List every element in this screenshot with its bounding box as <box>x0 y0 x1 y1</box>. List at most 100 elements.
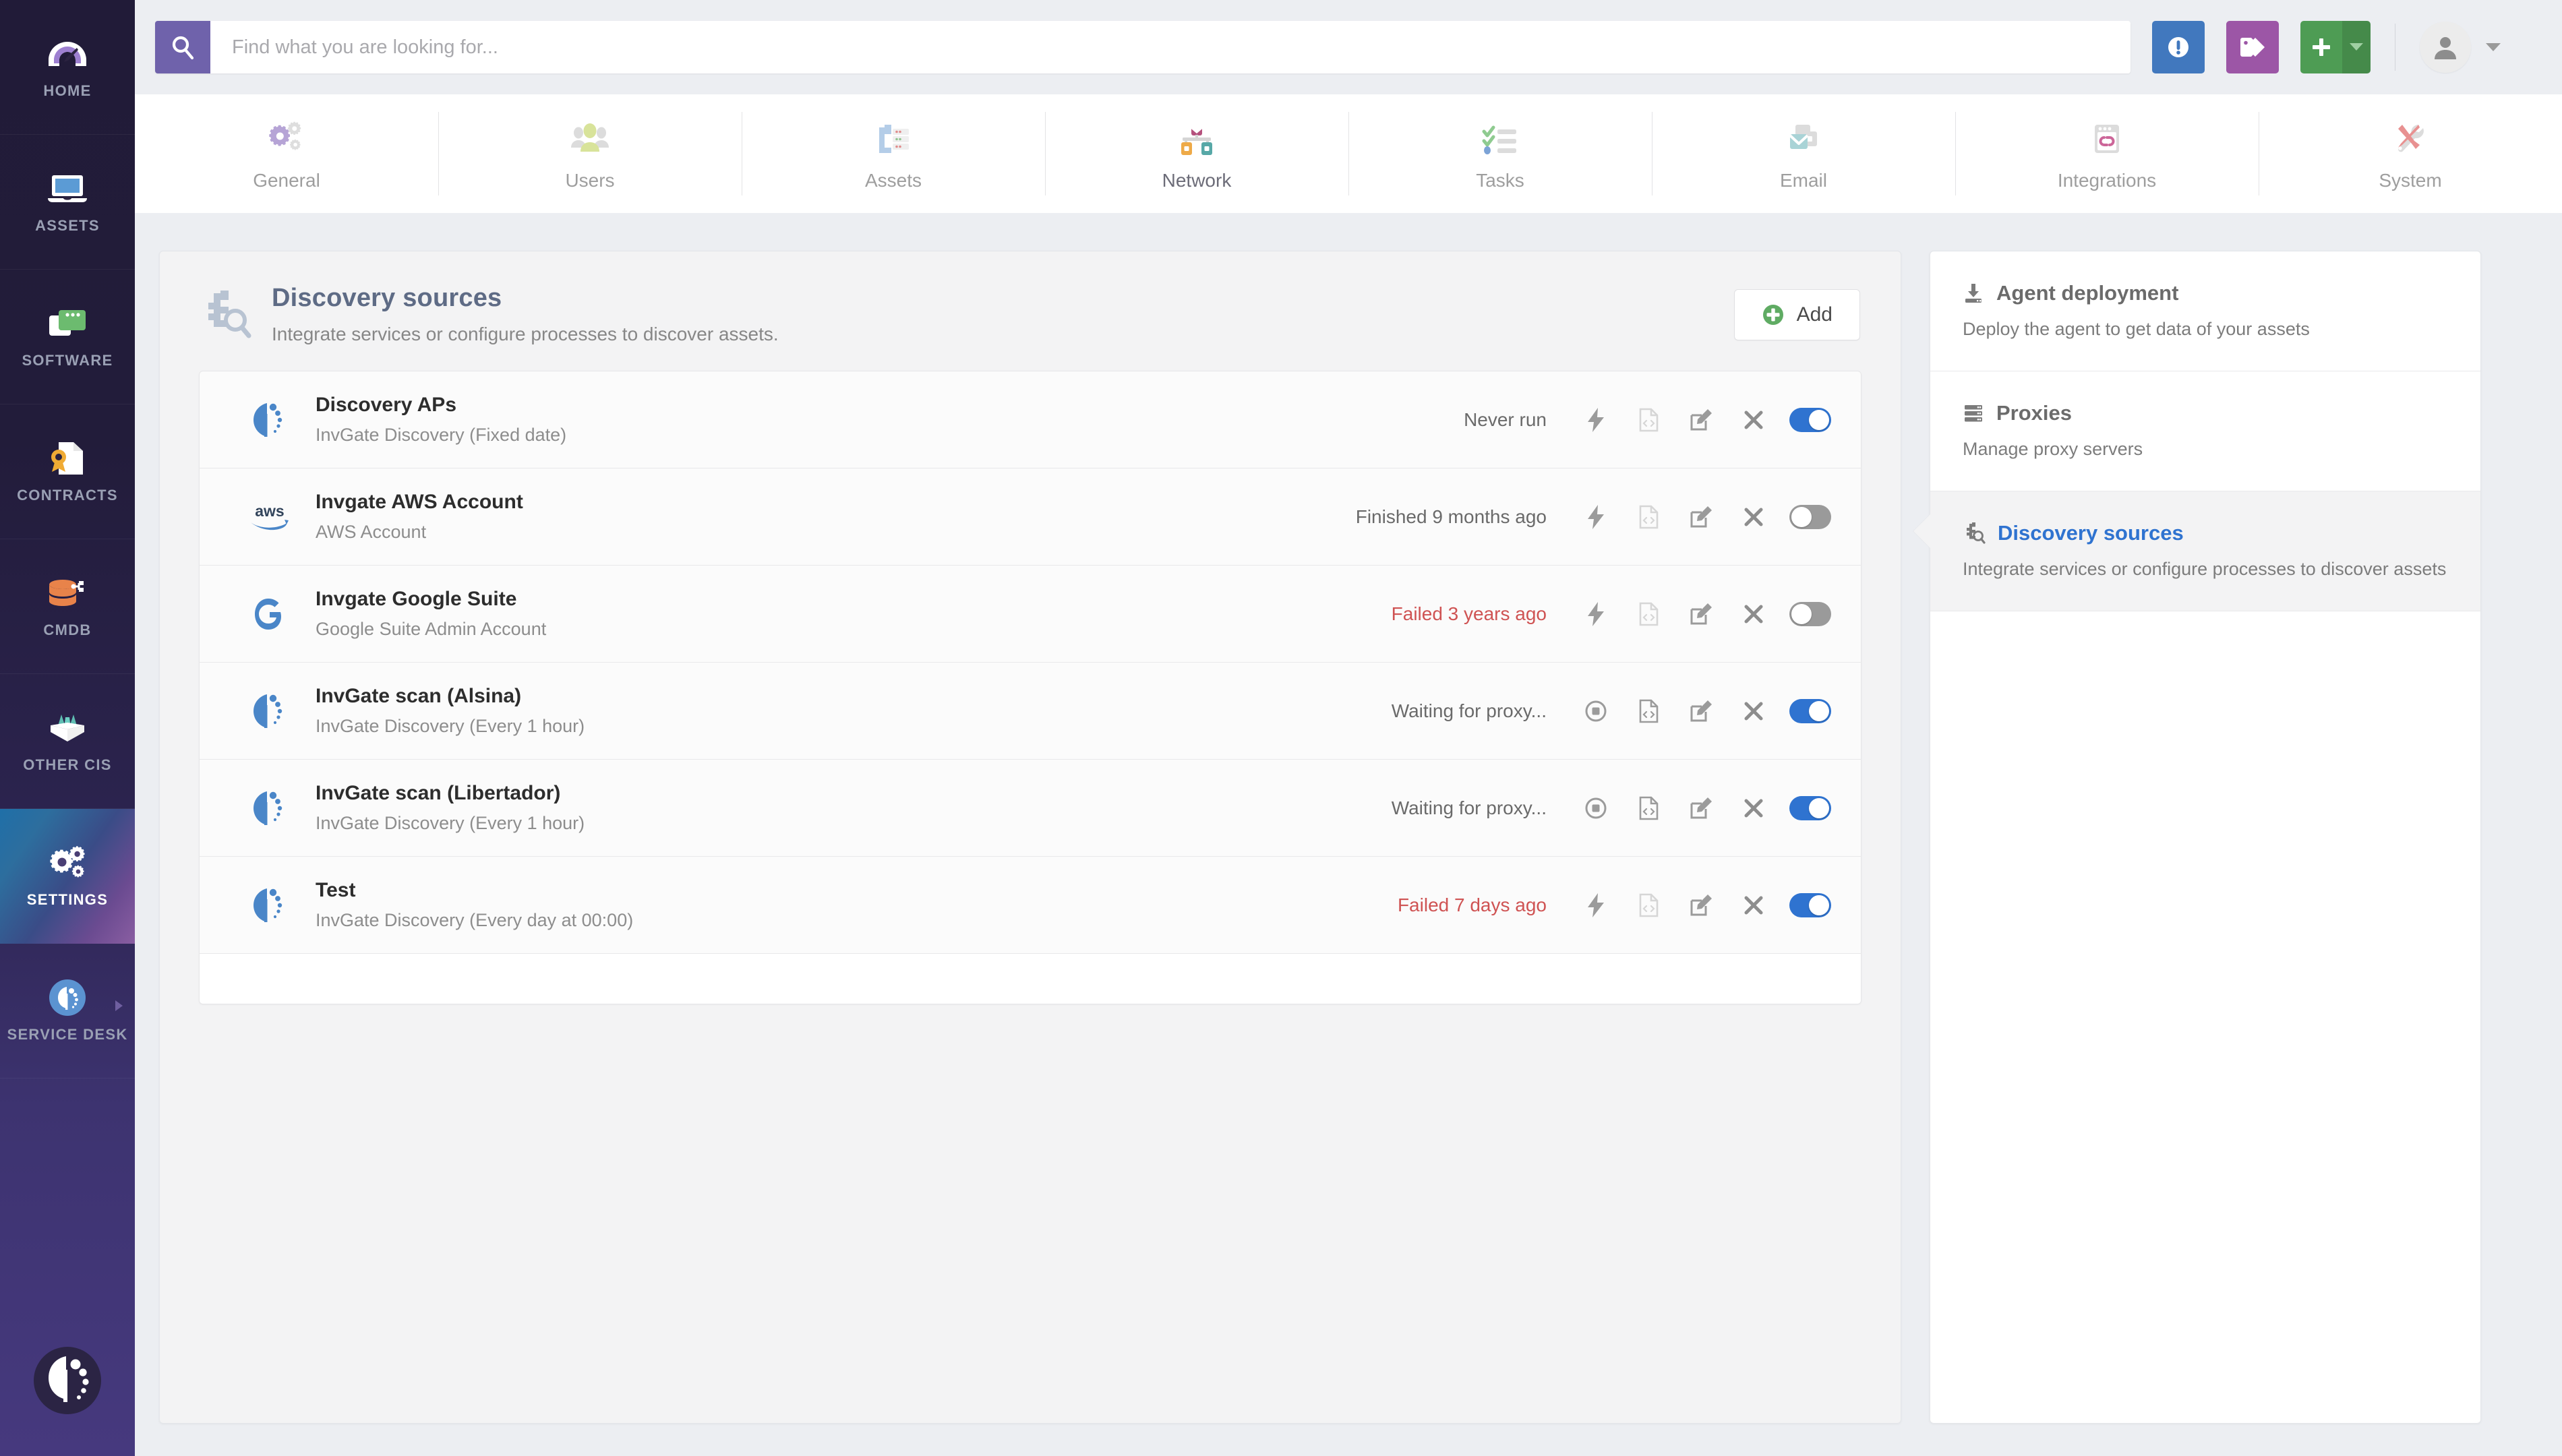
table-row[interactable]: InvGate scan (Alsina) InvGate Discovery … <box>200 663 1861 760</box>
table-row[interactable]: InvGate scan (Libertador) InvGate Discov… <box>200 760 1861 857</box>
lightning-icon <box>1586 504 1606 530</box>
tab-tasks[interactable]: Tasks <box>1348 94 1652 213</box>
source-description: Google Suite Admin Account <box>316 619 547 639</box>
sidebar-item-assets[interactable]: ASSETS <box>0 135 135 270</box>
tab-label-general: General <box>253 170 320 191</box>
table-row[interactable]: Test InvGate Discovery (Every day at 00:… <box>200 857 1861 954</box>
alert-circle-icon <box>2164 33 2193 61</box>
run-now-button[interactable] <box>1570 394 1622 446</box>
invgate-circle-icon <box>45 979 90 1017</box>
edit-button[interactable] <box>1675 394 1727 446</box>
checklist-icon <box>1481 116 1519 163</box>
windows-app-icon <box>45 305 90 342</box>
table-row[interactable]: Discovery APs InvGate Discovery (Fixed d… <box>200 371 1861 468</box>
section-title: Proxies <box>1996 401 2073 425</box>
tab-label-integrations: Integrations <box>2057 170 2157 191</box>
section-subtitle: Integrate services or configure processe… <box>1963 559 2447 579</box>
delete-button[interactable] <box>1727 685 1780 737</box>
database-node-icon <box>45 574 90 612</box>
edit-button[interactable] <box>1675 879 1727 932</box>
discovery-source-icon <box>199 289 261 340</box>
tags-button[interactable] <box>2226 21 2279 73</box>
run-now-button[interactable] <box>1570 588 1622 640</box>
view-log-button[interactable] <box>1622 782 1675 835</box>
source-name: InvGate scan (Alsina) <box>316 685 522 707</box>
section-proxies[interactable]: Proxies Manage proxy servers <box>1930 371 2480 491</box>
delete-button[interactable] <box>1727 782 1780 835</box>
speedometer-icon <box>45 35 90 73</box>
delete-button[interactable] <box>1727 879 1780 932</box>
tab-general[interactable]: General <box>135 94 438 213</box>
search-button[interactable] <box>155 21 210 73</box>
stop-button[interactable] <box>1570 685 1622 737</box>
create-new-button[interactable] <box>2300 21 2342 73</box>
enabled-toggle[interactable] <box>1789 698 1831 723</box>
tab-users[interactable]: Users <box>438 94 742 213</box>
stop-button[interactable] <box>1570 782 1622 835</box>
add-button[interactable]: Add <box>1733 289 1860 340</box>
sidebar-item-home[interactable]: HOME <box>0 0 135 135</box>
alerts-button[interactable] <box>2152 21 2205 73</box>
list-footer <box>200 954 1861 1004</box>
invgate-discovery-icon <box>235 400 305 439</box>
search-input[interactable] <box>210 21 2131 73</box>
sidebar-item-service-desk[interactable]: SERVICE DESK <box>0 944 135 1079</box>
source-description: AWS Account <box>316 522 427 542</box>
close-x-icon <box>1744 410 1764 430</box>
table-row[interactable]: aws Invgate AWS Account AWS Account Fini… <box>200 468 1861 566</box>
laptop-icon <box>45 170 90 208</box>
create-new-dropdown-button[interactable] <box>2342 21 2371 73</box>
view-log-button <box>1622 879 1675 932</box>
run-now-button[interactable] <box>1570 879 1622 932</box>
delete-button[interactable] <box>1727 394 1780 446</box>
tab-integrations[interactable]: Integrations <box>1955 94 2259 213</box>
sidebar-item-cmdb[interactable]: CMDB <box>0 539 135 674</box>
search-icon <box>170 34 196 60</box>
delete-button[interactable] <box>1727 491 1780 543</box>
code-file-icon <box>1638 699 1659 723</box>
enabled-toggle[interactable] <box>1789 795 1831 820</box>
view-log-button <box>1622 588 1675 640</box>
tab-system[interactable]: System <box>2259 94 2562 213</box>
sidebar-label-settings: SETTINGS <box>26 891 109 908</box>
edit-button[interactable] <box>1675 685 1727 737</box>
tab-email[interactable]: Email <box>1652 94 1955 213</box>
sidebar-item-settings[interactable]: SETTINGS <box>0 809 135 944</box>
section-subtitle: Deploy the agent to get data of your ass… <box>1963 319 2310 339</box>
aws-logo-icon: aws <box>235 502 305 533</box>
section-discovery-sources[interactable]: Discovery sources Integrate services or … <box>1930 491 2480 611</box>
discovery-sources-list: Discovery APs InvGate Discovery (Fixed d… <box>199 371 1861 1004</box>
enabled-toggle[interactable] <box>1789 601 1831 626</box>
sidebar-item-other-cis[interactable]: OTHER CIs <box>0 674 135 809</box>
sidebar-item-contracts[interactable]: CONTRACTS <box>0 404 135 539</box>
edit-button[interactable] <box>1675 588 1727 640</box>
caret-down-icon <box>2350 43 2363 51</box>
enabled-toggle[interactable] <box>1789 892 1831 917</box>
toggle-knob <box>1791 506 1812 527</box>
table-row[interactable]: Invgate Google Suite Google Suite Admin … <box>200 566 1861 663</box>
tab-network[interactable]: Network <box>1045 94 1348 213</box>
panel-header: Discovery sources Integrate services or … <box>160 251 1901 364</box>
source-info: Discovery APs InvGate Discovery (Fixed d… <box>305 394 1464 446</box>
section-agent-deployment[interactable]: Agent deployment Deploy the agent to get… <box>1930 251 2480 371</box>
sidebar-label-contracts: CONTRACTS <box>17 486 118 504</box>
delete-button[interactable] <box>1727 588 1780 640</box>
edit-button[interactable] <box>1675 782 1727 835</box>
view-log-button[interactable] <box>1622 685 1675 737</box>
row-actions <box>1570 491 1831 543</box>
section-subtitle: Manage proxy servers <box>1963 439 2143 459</box>
source-info: InvGate scan (Alsina) InvGate Discovery … <box>305 685 1392 737</box>
user-menu-dropdown[interactable] <box>2486 42 2501 52</box>
sidebar-item-software[interactable]: SOFTWARE <box>0 270 135 404</box>
tab-assets[interactable]: Assets <box>742 94 1045 213</box>
close-x-icon <box>1744 798 1764 818</box>
enabled-toggle[interactable] <box>1789 407 1831 432</box>
close-x-icon <box>1744 604 1764 624</box>
edit-pencil-icon <box>1690 797 1712 820</box>
enabled-toggle[interactable] <box>1789 504 1831 529</box>
run-now-button[interactable] <box>1570 491 1622 543</box>
avatar[interactable] <box>2420 22 2471 73</box>
tab-label-users: Users <box>565 170 615 191</box>
edit-button[interactable] <box>1675 491 1727 543</box>
code-file-icon <box>1638 505 1659 529</box>
